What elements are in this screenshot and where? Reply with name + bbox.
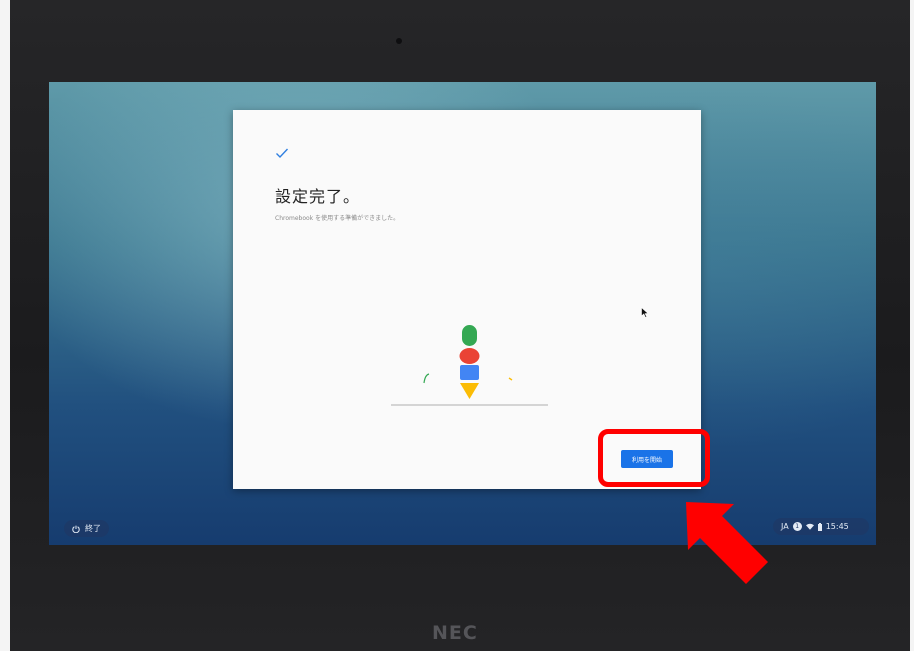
page-title: 設定完了。 [275, 187, 361, 206]
clock: 15:45 [825, 522, 849, 531]
photo-edge-left [0, 0, 10, 651]
notification-badge-icon: 1 [792, 522, 802, 531]
illus-red-circle [459, 348, 480, 364]
illus-blue-square [460, 365, 479, 380]
wifi-icon [805, 523, 814, 530]
checkmark-icon [276, 148, 289, 159]
mouse-cursor-icon [641, 307, 649, 318]
setup-complete-illustration [391, 325, 548, 406]
status-tray[interactable]: JA 1 15:45 [773, 518, 869, 535]
illus-green-stroke [423, 373, 430, 384]
annotation-arrow-icon [686, 502, 768, 584]
illus-yellow-stroke [508, 377, 513, 381]
brand-logo: NEC [432, 622, 478, 644]
webcam [396, 38, 402, 44]
photo-edge-right [910, 0, 914, 651]
page-subtitle: Chromebook を使用する準備ができました。 [275, 215, 400, 222]
chromeos-screen: 設定完了。 Chromebook を使用する準備ができました。 利用を開始 終了 [49, 82, 876, 545]
language-indicator: JA [781, 522, 789, 531]
illus-yellow-triangle [460, 383, 479, 399]
shutdown-label: 終了 [85, 524, 101, 533]
laptop-bezel: 設定完了。 Chromebook を使用する準備ができました。 利用を開始 終了 [0, 0, 914, 651]
shutdown-button[interactable]: 終了 [64, 520, 109, 537]
battery-icon [817, 522, 822, 531]
annotation-highlight-box [598, 429, 710, 487]
illus-green-pill [462, 325, 477, 346]
power-icon [72, 525, 80, 533]
